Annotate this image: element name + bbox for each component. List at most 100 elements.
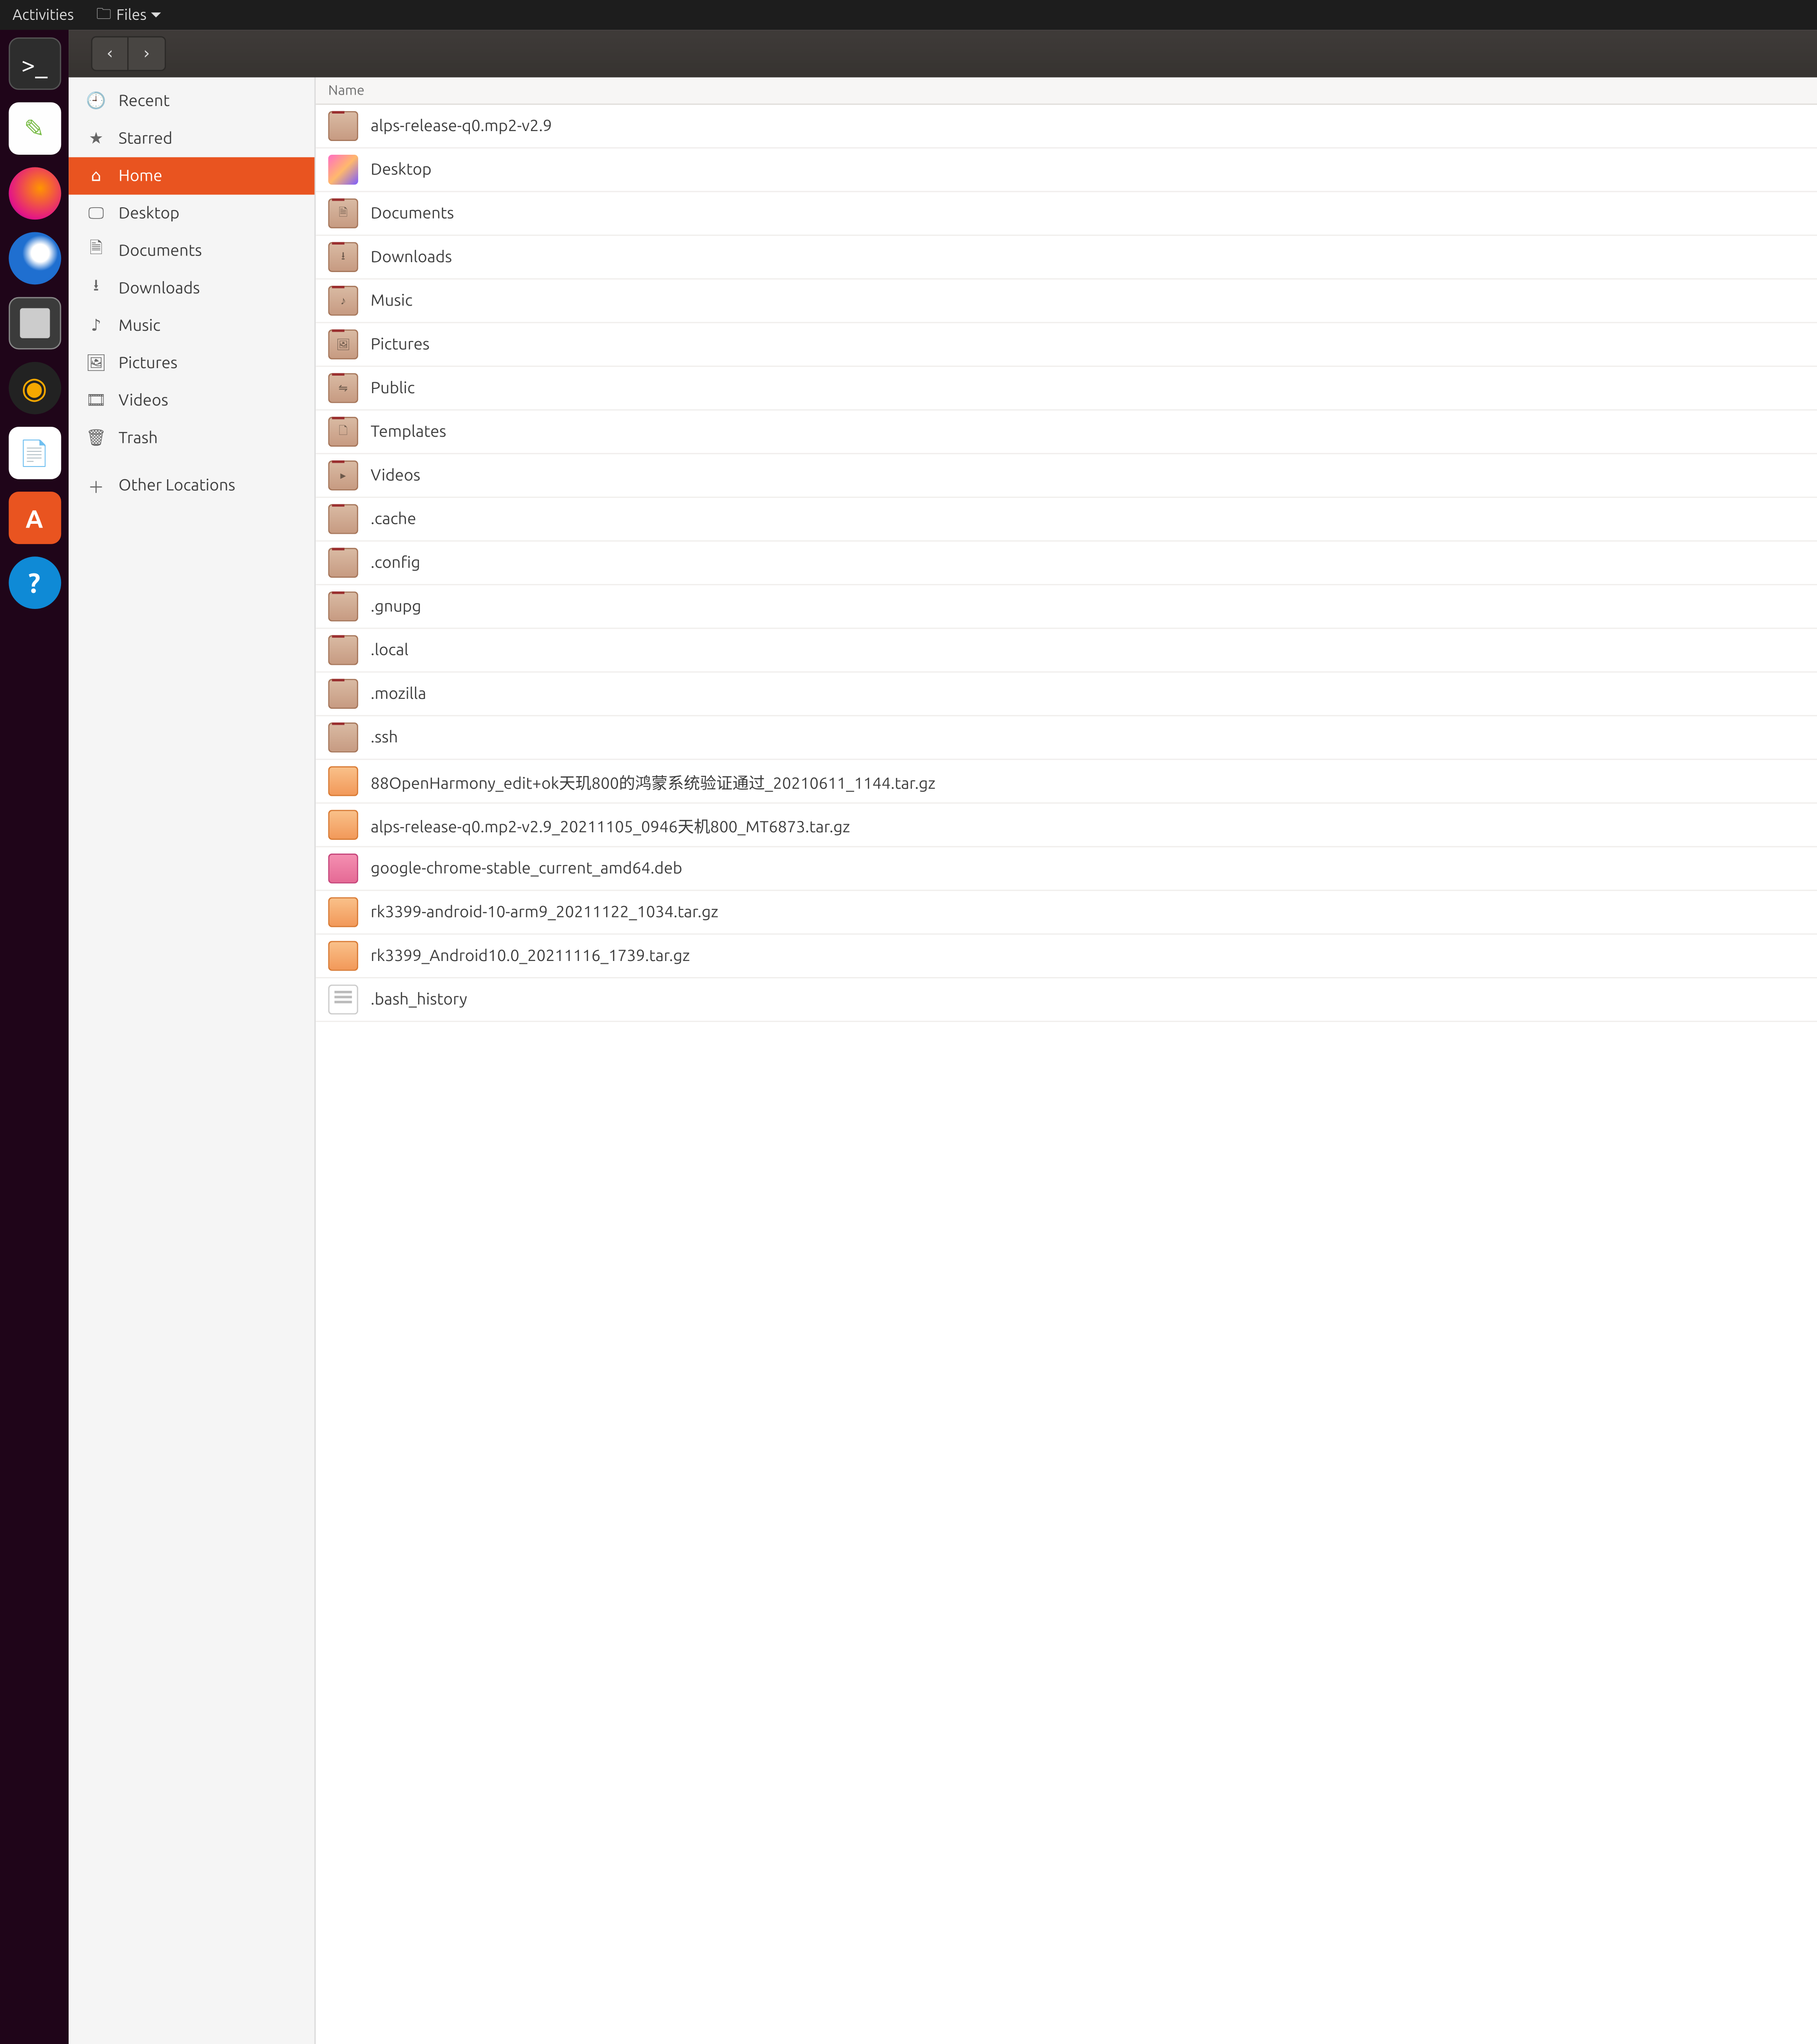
desktop-icon: 🖵: [86, 203, 106, 223]
dock-app-writer[interactable]: 📄: [8, 427, 61, 479]
archive-icon: [328, 766, 358, 796]
dock: >_ ✎ ◉ 📄 ?: [0, 30, 69, 2044]
file-row[interactable]: 🗎Documents☆: [316, 192, 1817, 236]
file-row[interactable]: .gnupg3 items14:09☆: [316, 585, 1817, 629]
file-row[interactable]: alps-release-q0.mp2-v2.9_20211105_0946天机…: [316, 803, 1817, 847]
file-name: .ssh: [370, 729, 398, 746]
activities-button[interactable]: Activities: [12, 7, 74, 23]
file-row[interactable]: rk3399_Android10.0_20211116_1739.tar.gz2…: [316, 934, 1817, 978]
sidebar-item-label: Music: [119, 317, 161, 335]
folder-icon: [328, 548, 358, 578]
sidebar-item-label: Trash: [119, 429, 158, 447]
dock-app-files[interactable]: [8, 297, 61, 350]
folder-icon: 🖼: [328, 329, 358, 359]
file-name: Music: [370, 292, 413, 309]
file-name: .mozilla: [370, 685, 426, 703]
sidebar-item-label: Videos: [119, 392, 168, 409]
file-row[interactable]: 🗋Templates0 items22:07☆: [316, 411, 1817, 454]
file-row[interactable]: .config15 items17:57☆: [316, 542, 1817, 585]
file-name: .local: [370, 642, 408, 659]
sidebar-item-other-locations[interactable]: ＋ Other Locations: [69, 467, 315, 504]
file-name: google-chrome-stable_current_amd64.deb: [370, 860, 682, 877]
file-row[interactable]: .mozilla3 items14:12☆: [316, 673, 1817, 716]
sidebar-item-home[interactable]: ⌂Home: [69, 157, 315, 194]
file-row[interactable]: google-chrome-stable_current_amd64.deb90…: [316, 847, 1817, 891]
sidebar-item-music[interactable]: ♪Music: [69, 307, 315, 344]
file-row[interactable]: rk3399-android-10-arm9_20211122_1034.tar…: [316, 891, 1817, 934]
file-name: 88OpenHarmony_edit+ok天玑800的鸿蒙系统验证通过_2021…: [370, 769, 935, 793]
file-row[interactable]: .local1 item22:07☆: [316, 629, 1817, 672]
file-name: .gnupg: [370, 598, 421, 615]
forward-button[interactable]: ›: [129, 36, 166, 71]
folder-icon: 🗎: [328, 198, 358, 228]
down-icon: ⭳: [86, 278, 106, 298]
file-row[interactable]: .bash_history1.8 kB18:57☆: [316, 978, 1817, 1022]
desktop-folder-icon: [328, 155, 358, 185]
sidebar-item-label: Pictures: [119, 354, 178, 372]
docs-icon: 🗎: [86, 241, 106, 261]
file-row[interactable]: ▸Videos0 items22:07☆: [316, 454, 1817, 498]
pics-icon: 🖼: [86, 353, 106, 373]
headerbar: ‹ › ⌂ Home 🔍 ▦ ≡ — ◱ ✕: [69, 30, 1817, 77]
chevron-left-icon: ‹: [106, 44, 113, 63]
sidebar-item-desktop[interactable]: 🖵 Desktop: [69, 194, 315, 232]
sidebar-item-pictures[interactable]: 🖼 Pictures: [69, 344, 315, 382]
places-sidebar: 🕘Recent★Starred⌂Home 🖵 Desktop 🗎Documents ⭳ D…: [69, 78, 316, 2044]
file-row[interactable]: ⭳Downloads☆: [316, 236, 1817, 279]
dock-app-firefox[interactable]: [8, 167, 61, 220]
sidebar-item-downloads[interactable]: ⭳ Downloads: [69, 270, 315, 307]
sidebar-item-trash[interactable]: 🗑 Trash: [69, 419, 315, 457]
trash-icon: 🗑: [86, 428, 106, 448]
folder-icon: ▸: [328, 460, 358, 490]
file-list[interactable]: alps-release-q0.mp2-v2.9☆Desktop☆ 🗎 Docume…: [316, 105, 1817, 2044]
column-header-name[interactable]: Name: [316, 83, 1817, 98]
sidebar-item-documents[interactable]: 🗎Documents: [69, 232, 315, 270]
sidebar-item-label: Desktop: [119, 205, 180, 222]
file-name: Documents: [370, 205, 454, 222]
folder-icon: 🗋: [328, 417, 358, 447]
file-row[interactable]: Desktop☆: [316, 149, 1817, 192]
folder-icon: [328, 111, 358, 141]
file-name: rk3399_Android10.0_20211116_1739.tar.gz: [370, 947, 690, 965]
other-icon: ＋: [86, 476, 106, 495]
sidebar-item-recent[interactable]: 🕘Recent: [69, 82, 315, 120]
folder-icon: ♪: [328, 286, 358, 316]
file-row[interactable]: ⇋Public☆: [316, 367, 1817, 410]
folder-icon: ⇋: [328, 373, 358, 403]
app-menu-label: Files: [116, 7, 147, 23]
sidebar-item-videos[interactable]: 🎞Videos: [69, 382, 315, 419]
file-row[interactable]: .cache15 items17:57☆: [316, 498, 1817, 541]
sidebar-item-label: Other Locations: [119, 476, 236, 494]
folder-icon: [328, 591, 358, 621]
dock-app-rhythmbox[interactable]: ◉: [8, 362, 61, 414]
deb-package-icon: [328, 854, 358, 883]
dock-app-gedit[interactable]: ✎: [8, 102, 61, 155]
sidebar-item-label: Starred: [119, 130, 173, 147]
file-name: Public: [370, 379, 415, 397]
file-name: .bash_history: [370, 991, 467, 1008]
gnome-top-bar: Activities 🗀 Files 11月 25 19:11 🖧 🔊 ⏻: [0, 0, 1817, 30]
file-name: Templates: [370, 423, 446, 441]
dock-app-terminal[interactable]: >_: [8, 37, 61, 90]
dock-app-help[interactable]: ?: [8, 556, 61, 609]
file-row[interactable]: ♪Music☆: [316, 280, 1817, 323]
file-name: Desktop: [370, 161, 432, 178]
dock-app-software[interactable]: [8, 492, 61, 544]
file-name: .cache: [370, 511, 416, 528]
main-pane: Name Size Modified Star alps-release-q0.…: [316, 78, 1817, 2044]
file-row[interactable]: alps-release-q0.mp2-v2.9☆: [316, 105, 1817, 149]
sidebar-item-label: Home: [119, 167, 162, 185]
app-menu-files[interactable]: 🗀 Files: [97, 2, 162, 28]
file-row[interactable]: 🖼Pictures☆: [316, 323, 1817, 367]
file-row[interactable]: 88OpenHarmony_edit+ok天玑800的鸿蒙系统验证通过_2021…: [316, 760, 1817, 803]
back-button[interactable]: ‹: [91, 36, 129, 71]
sidebar-item-label: Downloads: [119, 280, 200, 297]
sidebar-item-starred[interactable]: ★Starred: [69, 120, 315, 157]
file-name: rk3399-android-10-arm9_20211122_1034.tar…: [370, 903, 718, 921]
folder-icon: [328, 722, 358, 752]
file-name: Downloads: [370, 248, 452, 266]
file-row[interactable]: .ssh0 items14:09☆: [316, 716, 1817, 760]
dock-app-thunderbird[interactable]: [8, 232, 61, 285]
chevron-down-icon: [151, 12, 161, 18]
archive-icon: [328, 810, 358, 840]
